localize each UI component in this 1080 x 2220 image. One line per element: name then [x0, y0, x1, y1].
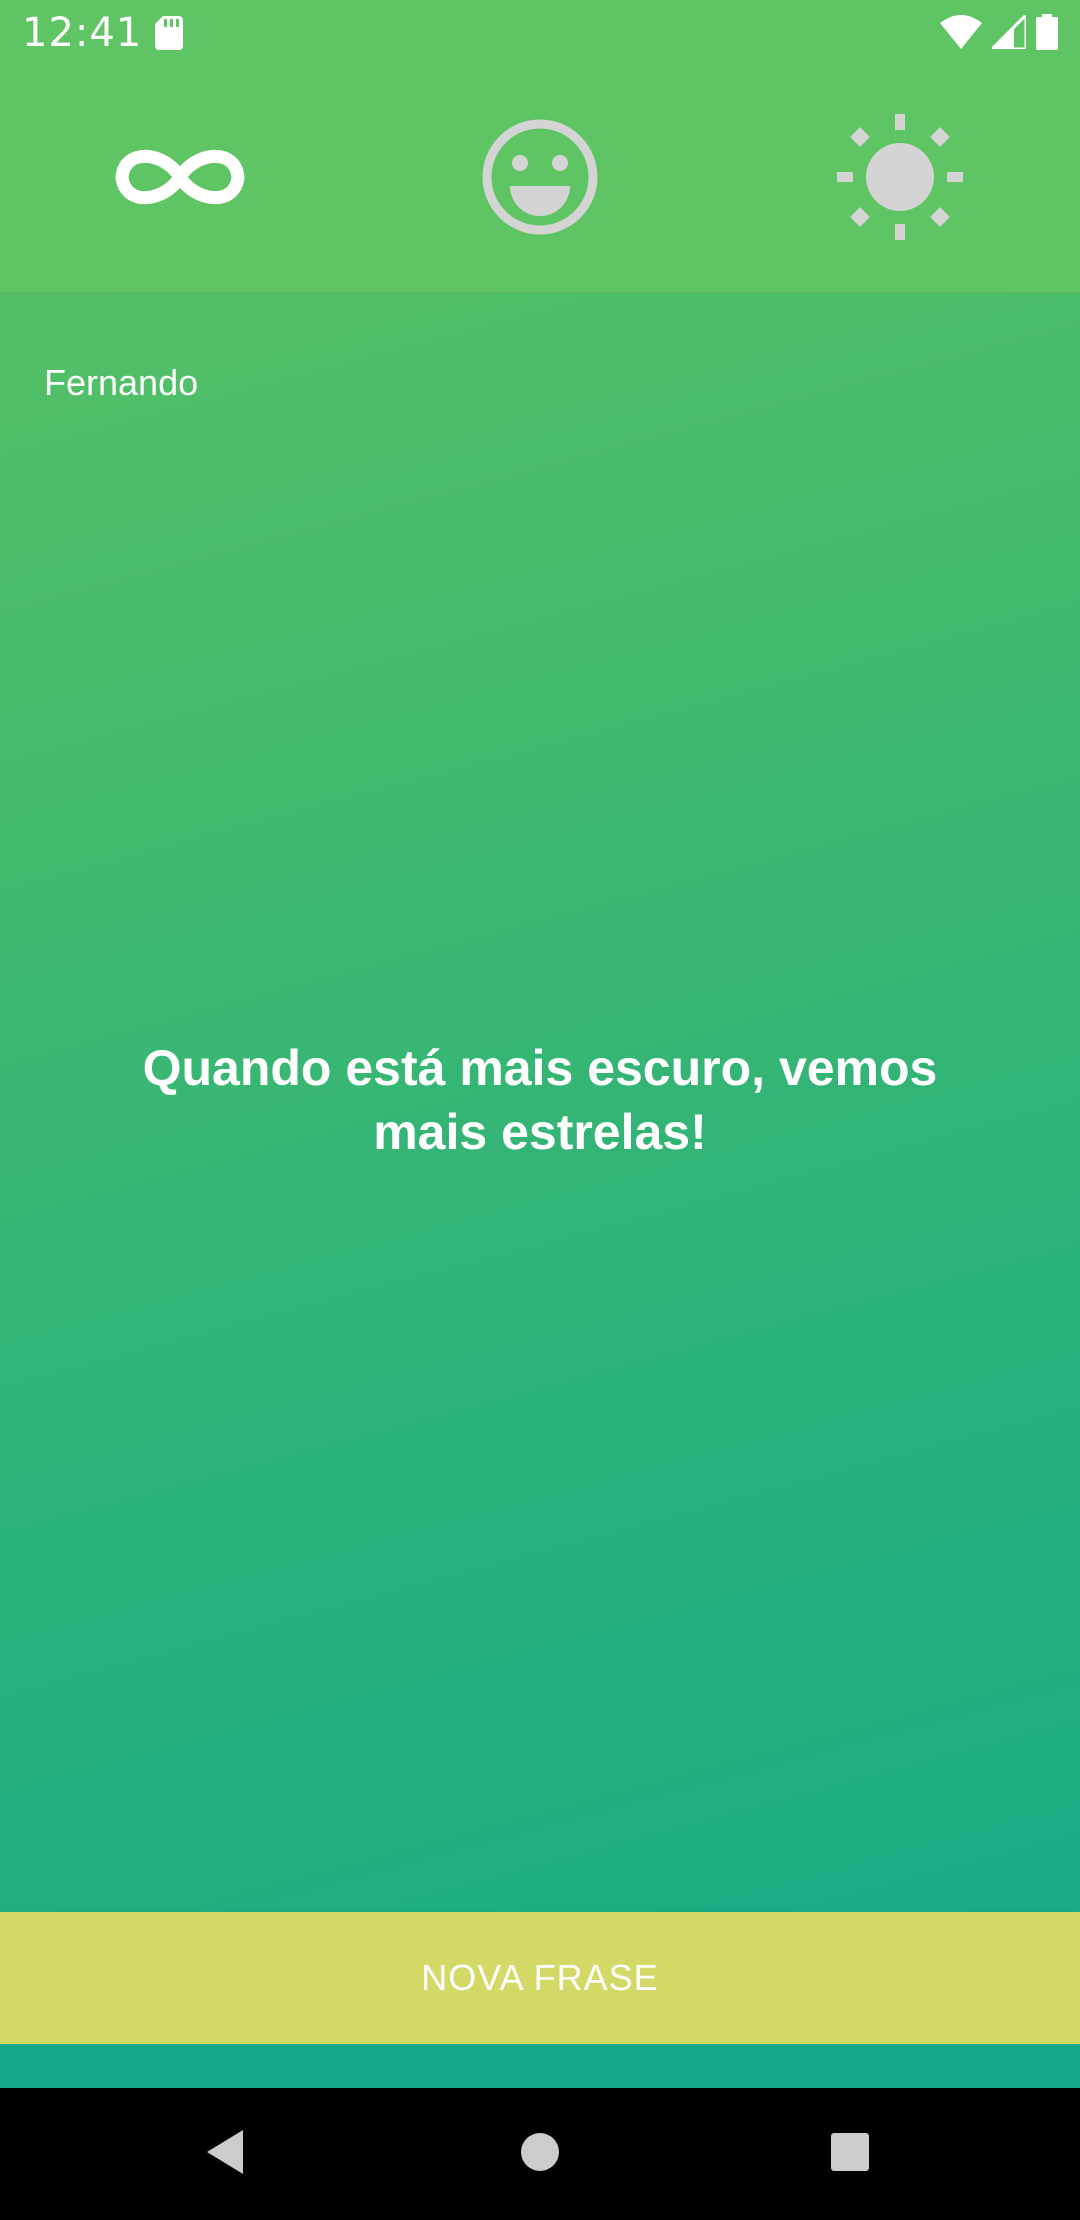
tab-infinity[interactable] — [0, 66, 360, 292]
recents-button[interactable] — [780, 2088, 920, 2220]
wifi-icon — [940, 15, 982, 54]
sun-icon — [835, 112, 965, 247]
system-nav-bar — [0, 2088, 1080, 2220]
status-bar: 12:41 — [0, 0, 1080, 66]
tab-sun[interactable] — [720, 66, 1080, 292]
home-icon — [520, 2132, 560, 2177]
status-icons — [940, 11, 1058, 55]
user-name: Fernando — [44, 362, 199, 403]
new-phrase-button[interactable]: NOVA FRASE — [0, 1912, 1080, 2044]
infinity-icon — [110, 142, 250, 217]
app-screen: 12:41 Fernando Quando está mais escuro, … — [0, 0, 1080, 2220]
back-icon — [203, 2128, 247, 2181]
bottom-strip — [0, 2044, 1080, 2088]
sd-card-icon — [155, 16, 183, 50]
status-time: 12:41 — [22, 10, 143, 56]
home-button[interactable] — [470, 2088, 610, 2220]
battery-icon — [1036, 14, 1058, 55]
phrase-text: Quando está mais escuro, vemos mais estr… — [142, 1040, 938, 1160]
top-nav — [0, 66, 1080, 294]
tab-smiley[interactable] — [360, 66, 720, 292]
recents-icon — [830, 2132, 870, 2177]
back-button[interactable] — [155, 2088, 295, 2220]
smiley-icon — [481, 118, 599, 241]
signal-icon — [988, 11, 1028, 54]
